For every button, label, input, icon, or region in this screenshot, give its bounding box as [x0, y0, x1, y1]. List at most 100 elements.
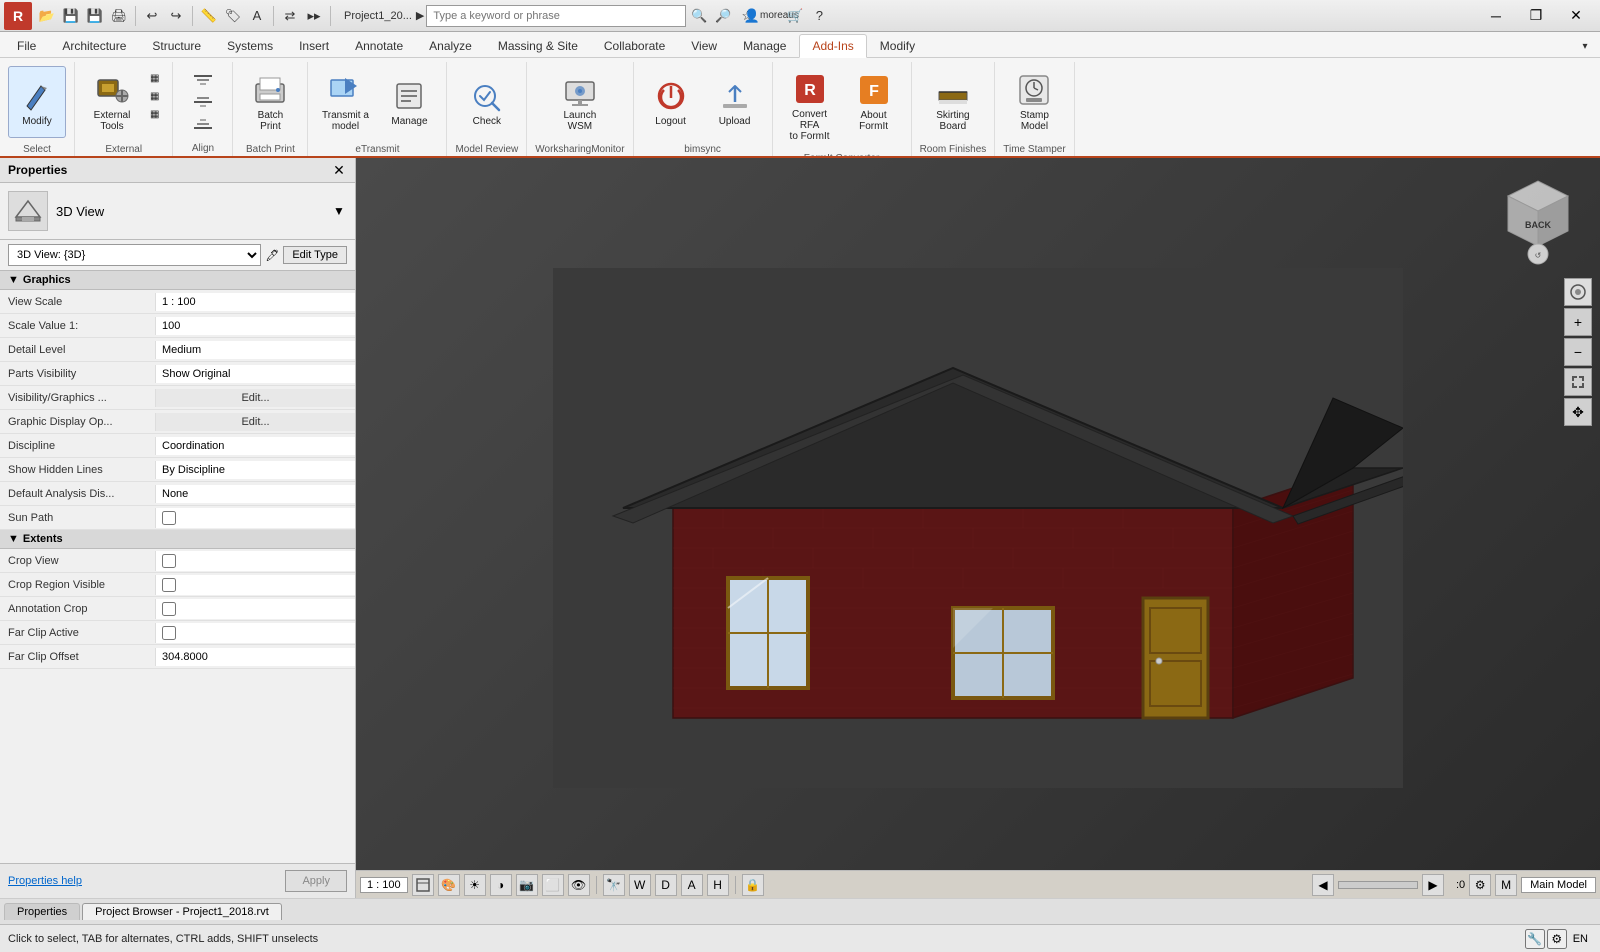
modify-button[interactable]: Modify [8, 66, 66, 138]
upload-button[interactable]: Upload [706, 66, 764, 138]
tab-analyze[interactable]: Analyze [416, 34, 485, 57]
design-options-button[interactable]: D [655, 874, 677, 896]
shadows-button[interactable]: ◑ [490, 874, 512, 896]
search-input[interactable] [426, 5, 686, 27]
convert-rfa-button[interactable]: R Convert RFAto FormIt [781, 66, 839, 147]
reveal-hidden-button[interactable]: 🔭 [603, 874, 625, 896]
launch-wsm-button[interactable]: Launch WSM [551, 66, 609, 138]
about-formit-button[interactable]: F About FormIt [845, 66, 903, 138]
properties-tab[interactable]: Properties [4, 903, 80, 920]
manage-btn[interactable]: Manage [380, 66, 438, 138]
minimize-button[interactable]: ─ [1476, 0, 1516, 32]
tab-massing[interactable]: Massing & Site [485, 34, 591, 57]
hidden-lines-value[interactable]: By Discipline [155, 461, 355, 479]
tab-systems[interactable]: Systems [214, 34, 286, 57]
detail-level-value[interactable]: Medium [155, 341, 355, 359]
tab-file[interactable]: File [4, 34, 49, 57]
scroll-right-button[interactable]: ▶ [1422, 874, 1444, 896]
panel-close-button[interactable]: ✕ [331, 162, 347, 178]
check-button[interactable]: Check [458, 66, 516, 138]
scroll-left-button[interactable]: ◀ [1312, 874, 1334, 896]
mirror-button[interactable]: ⇄ [279, 5, 301, 27]
scrollbar[interactable] [1338, 881, 1418, 889]
graphic-display-button[interactable]: Edit... [155, 413, 355, 431]
save-button[interactable]: 💾 [60, 5, 82, 27]
visual-style-button[interactable]: 🎨 [438, 874, 460, 896]
parts-visibility-value[interactable]: Show Original [155, 365, 355, 383]
crop-view-checkbox[interactable] [162, 554, 176, 568]
worksets-button[interactable]: W [629, 874, 651, 896]
model-btn[interactable]: M [1495, 874, 1517, 896]
discipline-value[interactable]: Coordination [155, 437, 355, 455]
sun-path-button[interactable]: ☀ [464, 874, 486, 896]
highlight-displacement-button[interactable]: H [707, 874, 729, 896]
more-btn[interactable]: ▸▸ [303, 5, 325, 27]
external-small-2[interactable]: ▦ [145, 88, 164, 105]
pan-button[interactable]: ✥ [1564, 398, 1592, 426]
apply-button[interactable]: Apply [285, 870, 347, 892]
properties-help-link[interactable]: Properties help [8, 875, 82, 887]
external-small-3[interactable]: ▦ [145, 106, 164, 123]
sun-path-checkbox[interactable] [162, 511, 176, 525]
tab-annotate[interactable]: Annotate [342, 34, 416, 57]
open-button[interactable]: 📂 [36, 5, 58, 27]
external-small-1[interactable]: ▦ [145, 70, 164, 87]
status-icon-1[interactable]: 🔧 [1525, 929, 1545, 949]
status-icon-2[interactable]: ⚙ [1547, 929, 1567, 949]
annotation-crop-checkbox[interactable] [162, 602, 176, 616]
align-small-2[interactable] [189, 92, 217, 112]
tab-architecture[interactable]: Architecture [49, 34, 139, 57]
align-small-3[interactable] [189, 114, 217, 134]
align-small-1[interactable] [189, 70, 217, 90]
fit-view-button[interactable] [1564, 368, 1592, 396]
close-button[interactable]: ✕ [1556, 0, 1596, 32]
ribbon-options-button[interactable]: ▾ [1574, 35, 1596, 57]
analysis-display-button[interactable]: A [681, 874, 703, 896]
skirting-button[interactable]: SkirtingBoard [924, 66, 982, 138]
tab-insert[interactable]: Insert [286, 34, 342, 57]
far-clip-active-checkbox[interactable] [162, 626, 176, 640]
view-3d-button[interactable] [1564, 278, 1592, 306]
tab-addins[interactable]: Add-Ins [799, 34, 866, 58]
analysis-display-value[interactable]: None [155, 485, 355, 503]
help-button[interactable]: ? [808, 5, 830, 27]
restore-button[interactable]: ❐ [1516, 0, 1556, 32]
tab-collaborate[interactable]: Collaborate [591, 34, 678, 57]
zoom-in-button[interactable]: + [1564, 308, 1592, 336]
text-button[interactable]: A [246, 5, 268, 27]
viewport[interactable]: BACK ↺ + − ✥ 1 : 100 🎨 [356, 158, 1600, 898]
project-browser-tab[interactable]: Project Browser - Project1_2018.rvt [82, 903, 282, 920]
temporary-hide-button[interactable]: 👁 [568, 874, 590, 896]
cart-button[interactable]: 🛒 [784, 5, 806, 27]
type-dropdown[interactable]: ▼ [331, 203, 347, 219]
tab-manage[interactable]: Manage [730, 34, 799, 57]
logout-button[interactable]: Logout [642, 66, 700, 138]
visibility-graphics-button[interactable]: Edit... [155, 389, 355, 407]
tab-view[interactable]: View [678, 34, 730, 57]
view-scale-value[interactable]: 1 : 100 [155, 293, 355, 311]
print-button[interactable]: 🖨 [108, 5, 130, 27]
stamp-model-button[interactable]: StampModel [1005, 66, 1063, 138]
nav-cube[interactable]: BACK ↺ [1488, 166, 1588, 266]
view-template-button[interactable] [412, 874, 434, 896]
tag-button[interactable]: 🏷 [222, 5, 244, 27]
redo-button[interactable]: ↪ [165, 5, 187, 27]
worksets-mode-button[interactable]: ⚙ [1469, 874, 1491, 896]
far-clip-offset-value[interactable]: 304.8000 [155, 648, 355, 666]
measure-button[interactable]: 📏 [198, 5, 220, 27]
search-button[interactable]: 🔍 [688, 5, 710, 27]
external-tools-button[interactable]: ExternalTools [83, 66, 141, 138]
tab-structure[interactable]: Structure [139, 34, 214, 57]
tab-modify[interactable]: Modify [867, 34, 928, 57]
transmit-button[interactable]: Transmit a model [316, 66, 374, 138]
view-dropdown[interactable]: 3D View: {3D} [8, 244, 261, 266]
batch-print-button[interactable]: Batch Print [241, 66, 299, 138]
save-as-button[interactable]: 💾 [84, 5, 106, 27]
undo-button[interactable]: ↩ [141, 5, 163, 27]
scale-value-value[interactable]: 100 [155, 317, 355, 335]
zoom-out-button[interactable]: − [1564, 338, 1592, 366]
user-button[interactable]: 👤 moreaus [760, 5, 782, 27]
locks-button[interactable]: 🔒 [742, 874, 764, 896]
crop-region-button[interactable]: ⬜ [542, 874, 564, 896]
edit-type-button[interactable]: Edit Type [283, 246, 347, 264]
